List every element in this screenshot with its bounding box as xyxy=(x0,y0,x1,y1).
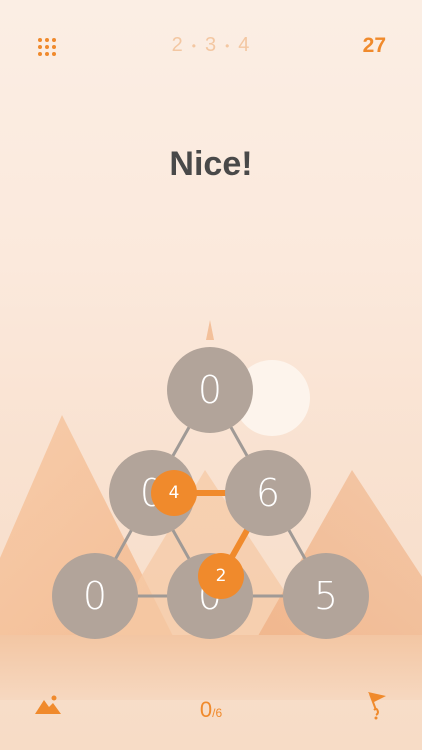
move-counter: 0/6 xyxy=(0,697,422,723)
moves-total: /6 xyxy=(212,706,223,720)
node-value: 6 xyxy=(255,471,281,515)
moves-done: 0 xyxy=(199,697,213,722)
marker-value: 2 xyxy=(215,566,227,586)
edge-marker[interactable]: 2 xyxy=(198,553,244,599)
node-value: 0 xyxy=(82,574,108,618)
bottom-bar: 0/6 xyxy=(0,680,422,750)
node-bottom-right[interactable]: 5 xyxy=(283,553,369,639)
node-value: 0 xyxy=(197,368,223,412)
hint-flag-icon[interactable] xyxy=(366,690,388,720)
node-bottom-left[interactable]: 0 xyxy=(52,553,138,639)
node-top[interactable]: 0 xyxy=(167,347,253,433)
node-value: 5 xyxy=(313,574,339,618)
node-mid-right[interactable]: 6 xyxy=(225,450,311,536)
marker-value: 4 xyxy=(168,483,180,503)
edge-marker[interactable]: 4 xyxy=(151,470,197,516)
